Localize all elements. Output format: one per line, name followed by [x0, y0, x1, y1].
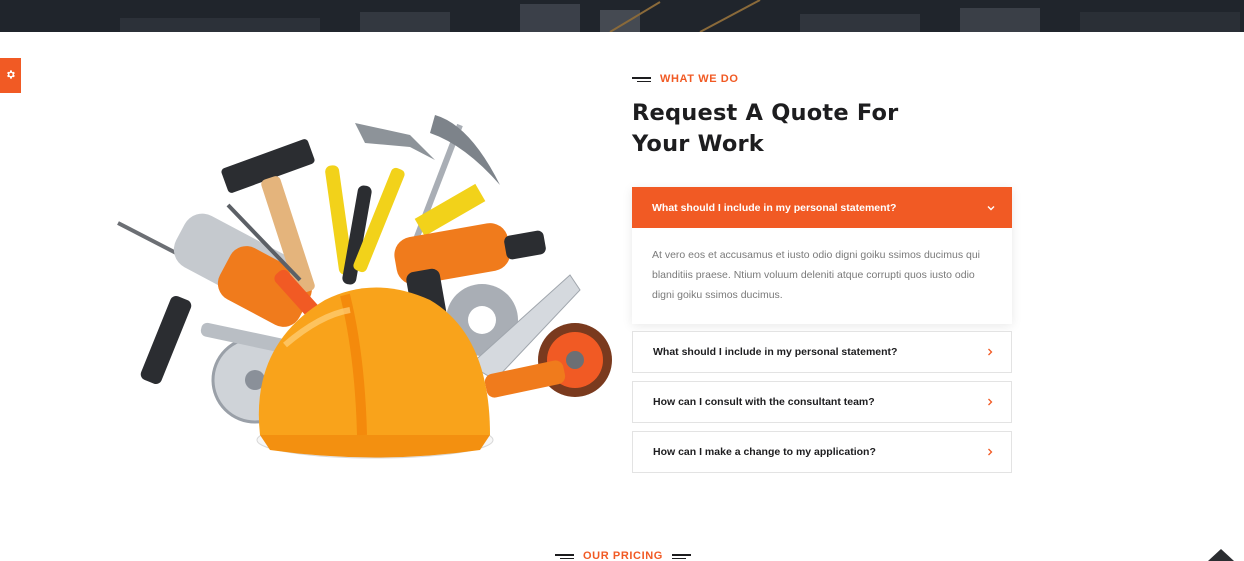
section-eyebrow: WHAT WE DO — [632, 73, 739, 85]
chevron-right-icon — [985, 397, 995, 407]
chevron-down-icon — [986, 203, 996, 213]
faq-question: How can I consult with the consultant te… — [653, 396, 875, 408]
tools-illustration — [110, 105, 620, 475]
section-title-line-2: Your Work — [632, 131, 764, 157]
settings-toggle-button[interactable] — [0, 58, 21, 93]
gear-icon — [5, 67, 16, 85]
faq-question-button[interactable]: What should I include in my personal sta… — [632, 187, 1012, 228]
section-title: Request A Quote For Your Work — [632, 98, 952, 160]
faq-question-button[interactable]: How can I make a change to my applicatio… — [633, 432, 1011, 472]
section-title-line-1: Request A Quote For — [632, 100, 899, 126]
section-eyebrow-label: WHAT WE DO — [660, 73, 739, 85]
pricing-eyebrow-label: OUR PRICING — [583, 550, 663, 561]
faq-question-button[interactable]: What should I include in my personal sta… — [633, 332, 1011, 372]
faq-question: What should I include in my personal sta… — [652, 201, 897, 214]
pricing-eyebrow: OUR PRICING — [555, 550, 691, 561]
faq-item: How can I make a change to my applicatio… — [632, 431, 1012, 473]
faq-item: How can I consult with the consultant te… — [632, 381, 1012, 423]
eyebrow-dash-icon — [555, 553, 574, 559]
faq-item: What should I include in my personal sta… — [632, 187, 1012, 324]
eyebrow-dash-icon — [671, 553, 691, 559]
chevron-right-icon — [985, 347, 995, 357]
scroll-to-top-button[interactable] — [1207, 548, 1235, 561]
faq-question: How can I make a change to my applicatio… — [653, 446, 876, 458]
top-banner-image — [0, 0, 1244, 32]
faq-accordion: What should I include in my personal sta… — [632, 187, 1012, 481]
faq-question: What should I include in my personal sta… — [653, 346, 898, 358]
caret-up-icon — [1207, 549, 1235, 561]
faq-item: What should I include in my personal sta… — [632, 331, 1012, 373]
chevron-right-icon — [985, 447, 995, 457]
faq-question-button[interactable]: How can I consult with the consultant te… — [633, 382, 1011, 422]
faq-answer: At vero eos et accusamus et iusto odio d… — [652, 249, 980, 301]
eyebrow-dash-icon — [632, 76, 651, 82]
